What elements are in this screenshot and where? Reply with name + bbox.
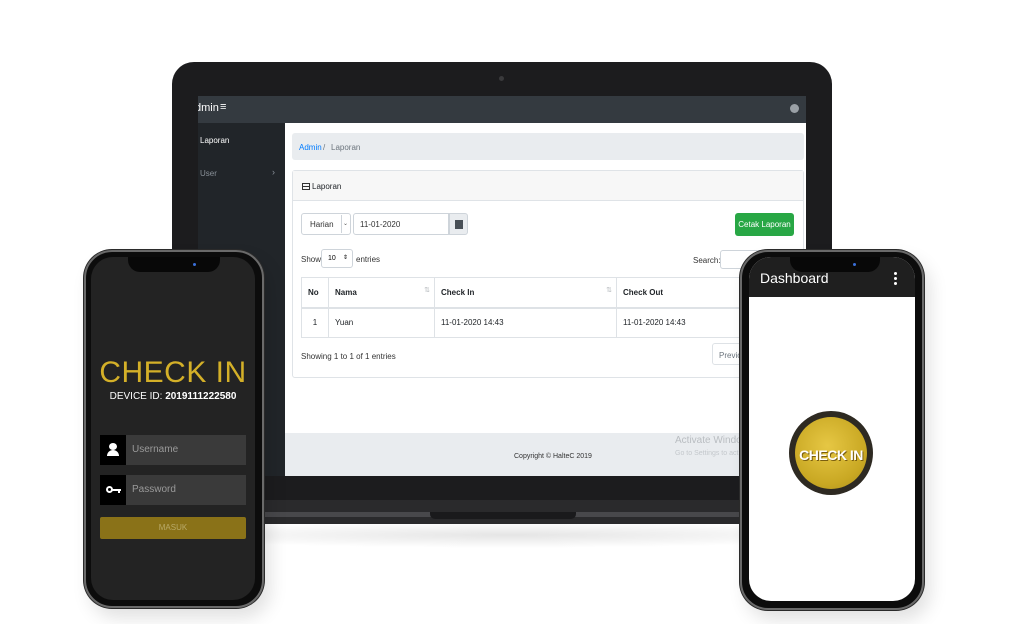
- page-length-value: 10: [328, 255, 336, 262]
- breadcrumb-admin-link[interactable]: Admin: [299, 143, 322, 152]
- table-info: Showing 1 to 1 of 1 entries: [301, 352, 396, 361]
- table-header-row: No Nama ⇅ Check In ⇅ Check Out: [301, 277, 771, 309]
- check-in-button-face: CHECK IN: [795, 417, 867, 489]
- chevron-down-icon: ⌄: [341, 215, 349, 233]
- show-label: Show: [301, 255, 322, 264]
- brand-title[interactable]: dmin: [198, 102, 219, 114]
- device-id-value: 2019111222580: [165, 391, 237, 402]
- user-circle-icon[interactable]: [790, 104, 799, 113]
- calendar-button[interactable]: [449, 213, 468, 235]
- column-header-label: No: [308, 287, 319, 297]
- table-row: 1 Yuan 11-01-2020 14:43 11-01-2020 14:43: [301, 307, 771, 338]
- card-header: Laporan: [293, 171, 803, 201]
- column-header-check-in[interactable]: Check In ⇅: [434, 277, 617, 309]
- device-id-label: DEVICE ID: 2019111222580: [91, 391, 255, 402]
- sidebar-item-laporan[interactable]: Laporan: [200, 136, 229, 145]
- breadcrumb-separator: /: [323, 143, 326, 152]
- device-id-prefix: DEVICE ID:: [109, 391, 163, 402]
- username-placeholder: Username: [132, 444, 179, 455]
- login-title: CHECK IN: [99, 356, 247, 389]
- phone-left-camera: [193, 263, 196, 266]
- cell-nama: Yuan: [328, 307, 435, 338]
- activate-windows-title: Activate Windo: [675, 435, 742, 446]
- column-header-no[interactable]: No: [301, 277, 329, 309]
- card-title: Laporan: [312, 182, 342, 191]
- username-field[interactable]: Username: [100, 435, 246, 465]
- laptop-screen: dmin ≡ Laporan User › Admin / Laporan La…: [198, 96, 806, 476]
- chevron-right-icon[interactable]: ›: [272, 167, 275, 177]
- laptop-camera: [499, 76, 504, 81]
- column-header-label: Check In: [441, 287, 475, 297]
- period-select[interactable]: Harian ⌄: [301, 213, 351, 235]
- date-input-value: 11-01-2020: [360, 220, 401, 229]
- sort-icon: ⇅: [606, 287, 612, 294]
- cell-no: 1: [301, 307, 329, 338]
- activate-windows-subtitle: Go to Settings to act: [675, 450, 739, 457]
- laptop-base-notch: [430, 512, 576, 519]
- phone-left-screen: [91, 257, 255, 600]
- user-icon: [100, 435, 126, 465]
- password-field[interactable]: Password: [100, 475, 246, 505]
- top-navbar: dmin ≡: [198, 96, 806, 123]
- sort-arrows-icon: ⇕: [342, 255, 348, 261]
- column-header-nama[interactable]: Nama ⇅: [328, 277, 435, 309]
- print-report-button[interactable]: Cetak Laporan: [735, 213, 794, 236]
- breadcrumb-current: Laporan: [331, 143, 361, 152]
- hamburger-icon[interactable]: ≡: [220, 101, 226, 113]
- phone-left-notch: [128, 257, 220, 272]
- phone-right-camera: [853, 263, 856, 266]
- cell-check-in: 11-01-2020 14:43: [434, 307, 617, 338]
- check-in-button[interactable]: CHECK IN: [789, 411, 873, 495]
- sort-icon: ⇅: [424, 287, 430, 294]
- report-table: No Nama ⇅ Check In ⇅ Check Out 1 Yuan 11-0…: [301, 277, 771, 338]
- page-length-select[interactable]: 10 ⇕: [321, 249, 353, 268]
- key-icon: [100, 475, 126, 505]
- breadcrumb: Admin / Laporan: [292, 133, 804, 160]
- column-header-label: Nama: [335, 287, 357, 297]
- calendar-icon: [455, 220, 463, 229]
- column-header-label: Check Out: [623, 287, 664, 297]
- more-options-icon[interactable]: [894, 272, 897, 285]
- check-in-button-label: CHECK IN: [799, 447, 863, 463]
- period-select-value: Harian: [310, 220, 334, 229]
- copyright-text: Copyright © HalteC 2019: [514, 453, 592, 460]
- app-bar-title: Dashboard: [760, 270, 829, 286]
- date-input[interactable]: 11-01-2020: [353, 213, 449, 235]
- sidebar-item-user[interactable]: User: [200, 169, 217, 178]
- login-button[interactable]: MASUK: [100, 517, 246, 539]
- password-placeholder: Password: [132, 484, 176, 495]
- table-icon: [302, 183, 310, 190]
- entries-label: entries: [356, 255, 381, 264]
- search-label: Search:: [693, 256, 721, 265]
